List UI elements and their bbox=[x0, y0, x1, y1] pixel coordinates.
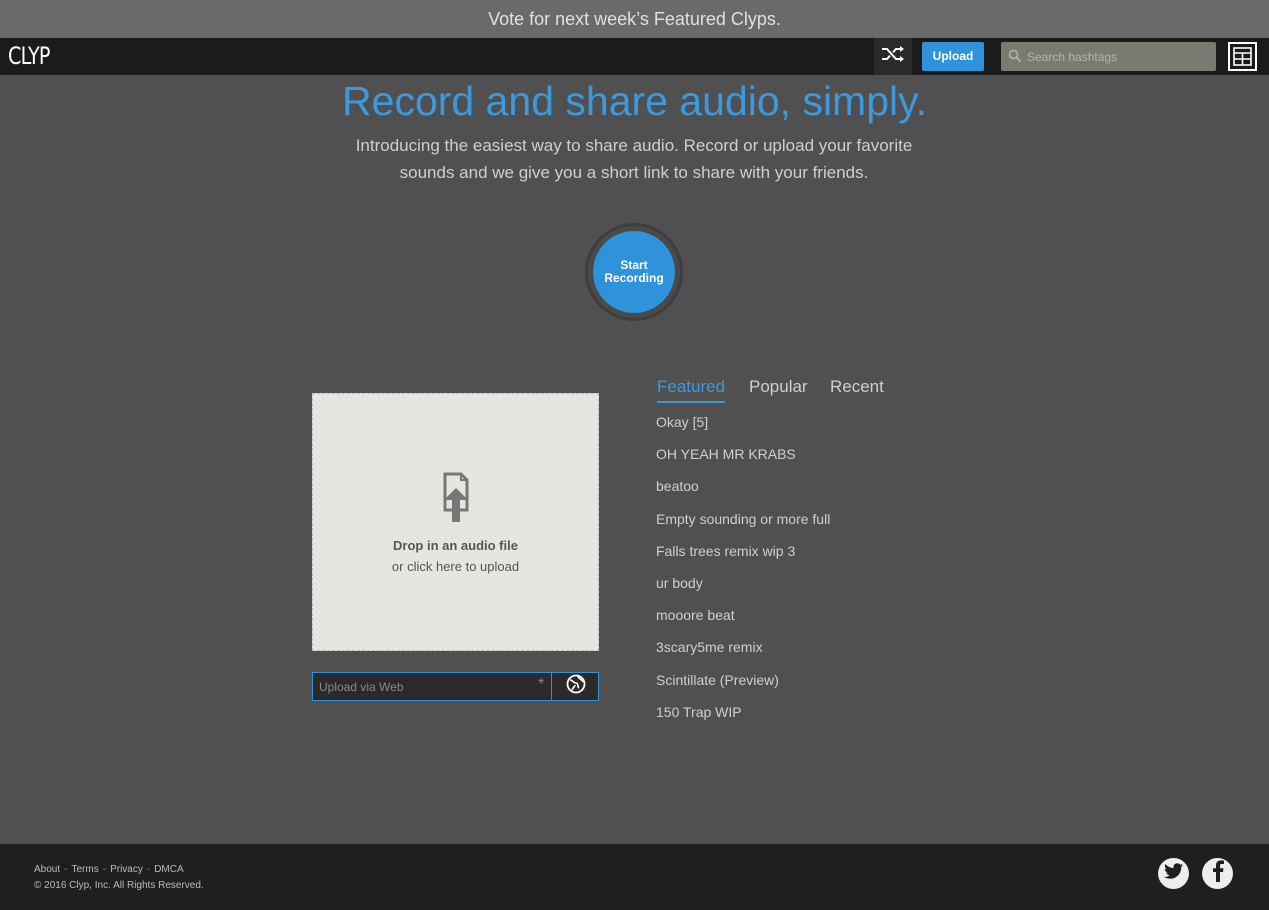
clip-item[interactable]: OH YEAH MR KRABS bbox=[656, 444, 830, 476]
hero-subtitle-line-1: Introducing the easiest way to share aud… bbox=[355, 136, 913, 155]
footer-link-about[interactable]: About bbox=[34, 864, 60, 875]
top-navbar: CLYP Upload bbox=[0, 38, 1269, 75]
upload-via-web: * bbox=[312, 672, 599, 701]
twitter-button[interactable] bbox=[1158, 858, 1189, 889]
menu-grid-icon bbox=[1230, 47, 1255, 73]
clip-item[interactable]: 150 Trap WIP bbox=[656, 702, 830, 734]
required-marker: * bbox=[538, 676, 545, 693]
tab-popular[interactable]: Popular bbox=[749, 377, 808, 401]
upload-from-web-button[interactable] bbox=[551, 673, 599, 700]
globe-icon bbox=[566, 674, 586, 699]
hero-subtitle: Introducing the easiest way to share aud… bbox=[334, 132, 934, 186]
hashtag-search bbox=[1001, 42, 1216, 71]
twitter-icon bbox=[1163, 862, 1184, 885]
footer-links: About - Terms - Privacy - DMCA bbox=[34, 864, 184, 875]
file-upload-icon bbox=[441, 472, 471, 529]
tab-recent[interactable]: Recent bbox=[830, 377, 884, 401]
clip-item[interactable]: 3scary5me remix bbox=[656, 637, 830, 669]
dropzone-title: Drop in an audio file bbox=[393, 538, 518, 553]
clip-item[interactable]: Scintillate (Preview) bbox=[656, 670, 830, 702]
footer-link-privacy[interactable]: Privacy bbox=[110, 864, 143, 875]
search-input[interactable] bbox=[1027, 42, 1212, 71]
menu-button[interactable] bbox=[1228, 42, 1257, 71]
clip-item[interactable]: Falls trees remix wip 3 bbox=[656, 541, 830, 573]
search-icon bbox=[1008, 49, 1022, 68]
footer-separator: - bbox=[64, 864, 68, 875]
clip-item[interactable]: ur body bbox=[656, 573, 830, 605]
tab-featured[interactable]: Featured bbox=[657, 377, 726, 403]
hero-subtitle-line-2: sounds and we give you a short link to s… bbox=[399, 163, 869, 182]
footer: About - Terms - Privacy - DMCA © 2016 Clyp, In… bbox=[0, 844, 1269, 910]
upload-url-input[interactable] bbox=[319, 673, 529, 700]
clip-item[interactable]: beatoo bbox=[656, 476, 830, 508]
audio-dropzone[interactable]: Drop in an audio file or click here to u… bbox=[312, 393, 599, 651]
copyright-text: © 2016 Clyp, Inc. All Rights Reserved. bbox=[34, 880, 204, 891]
shuffle-button[interactable] bbox=[874, 38, 912, 75]
shuffle-icon bbox=[881, 45, 905, 68]
facebook-button[interactable] bbox=[1202, 858, 1233, 889]
start-recording-button[interactable]: Start Recording bbox=[593, 231, 675, 313]
footer-separator: - bbox=[146, 864, 151, 875]
dropzone-subtitle: or click here to upload bbox=[391, 559, 520, 574]
hero-title: Record and share audio, simply. bbox=[342, 78, 927, 124]
clip-item[interactable]: Empty sounding or more full bbox=[656, 509, 830, 541]
footer-link-dmca[interactable]: DMCA bbox=[154, 864, 183, 875]
footer-link-terms[interactable]: Terms bbox=[71, 864, 98, 875]
clip-item[interactable]: mooore beat bbox=[656, 605, 830, 637]
facebook-icon bbox=[1212, 860, 1224, 887]
clip-list: Okay [5] OH YEAH MR KRABS beatoo Empty s… bbox=[656, 412, 830, 734]
featured-vote-banner[interactable]: Vote for next week’s Featured Clyps. bbox=[0, 0, 1269, 38]
footer-separator: - bbox=[102, 864, 107, 875]
start-recording-label-2: Recording bbox=[604, 271, 664, 285]
clip-item[interactable]: Okay [5] bbox=[656, 412, 830, 444]
clyp-logo[interactable]: CLYP bbox=[8, 42, 50, 70]
upload-button[interactable]: Upload bbox=[922, 42, 984, 71]
